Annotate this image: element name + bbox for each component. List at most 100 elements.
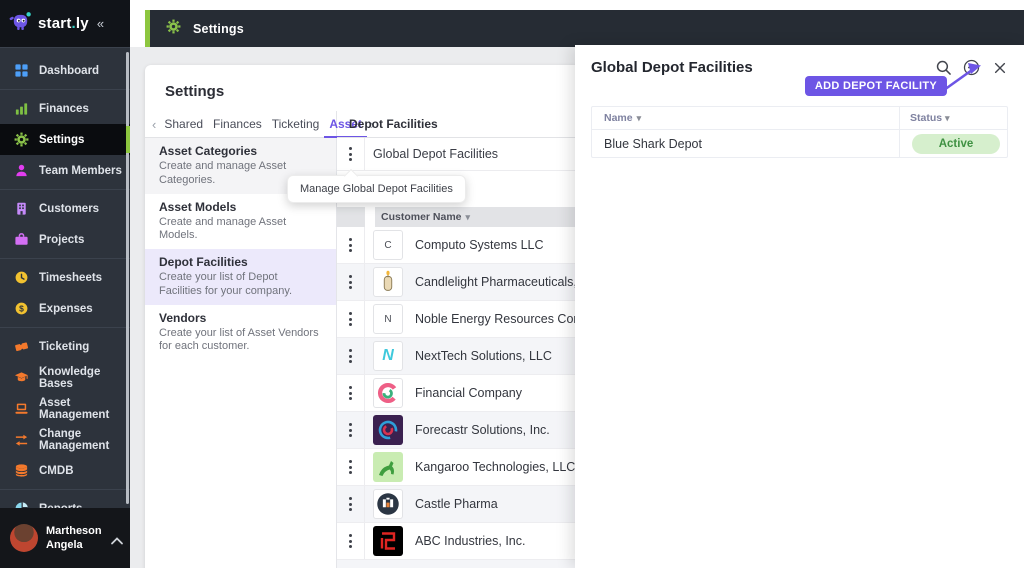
table-row-blue-shark-depot[interactable]: Blue Shark Depot Active — [592, 130, 1007, 157]
graduation-cap-icon — [13, 370, 29, 386]
kebab-menu-button[interactable] — [337, 449, 365, 485]
customer-logo: N — [373, 341, 403, 371]
kebab-menu-button[interactable] — [337, 523, 365, 559]
customer-logo: C — [373, 230, 403, 260]
kebab-menu-button[interactable] — [337, 412, 365, 448]
kebab-icon — [349, 423, 352, 437]
robot-logo-icon — [8, 11, 33, 37]
global-depot-facilities-panel: Global Depot Facilities ADD DEPOT FACILI… — [575, 45, 1024, 568]
customer-logo — [373, 452, 403, 482]
person-icon — [13, 163, 29, 179]
sidebar-item-asset-management[interactable]: Asset Management — [0, 393, 130, 424]
dashboard-icon — [13, 63, 29, 79]
tab-ticketing[interactable]: Ticketing — [267, 111, 325, 138]
sidebar-divider — [0, 189, 130, 190]
sidebar-collapse-icon[interactable]: « — [97, 16, 104, 31]
sidebar-item-label: Settings — [39, 133, 85, 146]
ticket-icon — [13, 339, 29, 355]
sidebar-nav: Dashboard Finances Settings Team Members — [0, 48, 130, 524]
customer-name: Castle Pharma — [415, 497, 498, 511]
panel-title: Global Depot Facilities — [591, 59, 753, 76]
kebab-menu-button[interactable] — [337, 301, 365, 337]
sidebar-item-label: CMDB — [39, 464, 74, 477]
kebab-menu-button[interactable] — [337, 264, 365, 300]
kebab-icon — [349, 386, 352, 400]
sidebar-item-team-members[interactable]: Team Members — [0, 155, 130, 186]
settings-nav-vendors[interactable]: Vendors Create your list of Asset Vendor… — [145, 305, 336, 361]
customer-name: Computo Systems LLC — [415, 238, 544, 252]
kebab-menu-button[interactable] — [337, 375, 365, 411]
global-row-label: Global Depot Facilities — [373, 147, 499, 161]
sidebar-divider — [0, 89, 130, 90]
header-gap — [365, 207, 375, 227]
column-header-label: Customer Name — [381, 211, 462, 223]
sidebar-item-label: Finances — [39, 102, 89, 115]
settings-nav-desc: Create your list of Asset Vendors for ea… — [159, 326, 319, 353]
sidebar-divider — [0, 489, 130, 490]
tab-finances[interactable]: Finances — [208, 111, 267, 138]
logo-text: start.ly — [38, 15, 89, 32]
sidebar-item-projects[interactable]: Projects — [0, 224, 130, 255]
sidebar-item-dashboard[interactable]: Dashboard — [0, 55, 130, 86]
sidebar-item-label: Knowledge Bases — [39, 365, 101, 390]
kebab-icon — [349, 147, 352, 161]
sidebar-item-expenses[interactable]: $ Expenses — [0, 293, 130, 324]
add-depot-facility-callout: ADD DEPOT FACILITY — [804, 76, 947, 96]
status-column-header[interactable]: Status ▾ — [899, 107, 1007, 129]
customer-logo — [373, 267, 403, 297]
sidebar-item-timesheets[interactable]: Timesheets — [0, 262, 130, 293]
kebab-menu-button[interactable] — [337, 227, 365, 263]
customer-logo — [373, 415, 403, 445]
kebab-icon — [349, 497, 352, 511]
depot-table-header: Name ▾ Status ▾ — [592, 107, 1007, 130]
svg-text:$: $ — [19, 304, 24, 314]
kebab-icon — [349, 238, 352, 252]
dollar-icon: $ — [13, 301, 29, 317]
kebab-menu-button[interactable] — [337, 138, 365, 170]
customer-name: Candlelight Pharmaceuticals, Inc. — [415, 275, 601, 289]
sidebar-item-label: Asset Management — [39, 396, 110, 421]
kebab-menu-button[interactable] — [337, 338, 365, 374]
sidebar-item-cmdb[interactable]: CMDB — [0, 455, 130, 486]
kebab-icon — [349, 460, 352, 474]
page-title: Settings — [193, 21, 244, 36]
sidebar-item-customers[interactable]: Customers — [0, 193, 130, 224]
settings-nav-desc: Create your list of Depot Facilities for… — [159, 271, 293, 297]
tabs-prev-icon[interactable]: ‹ — [149, 117, 159, 132]
name-column-header[interactable]: Name ▾ — [592, 107, 899, 129]
customer-logo: N — [373, 304, 403, 334]
gear-icon — [166, 19, 181, 39]
header-kebab-cell — [337, 207, 365, 227]
sidebar: start.ly « Dashboard Finances Settings T… — [0, 0, 130, 568]
sidebar-scrollbar[interactable] — [126, 52, 129, 504]
database-icon — [13, 463, 29, 479]
customer-logo — [373, 489, 403, 519]
sidebar-item-finances[interactable]: Finances — [0, 93, 130, 124]
depot-status-cell: Active — [899, 130, 1007, 157]
sidebar-item-ticketing[interactable]: Ticketing — [0, 331, 130, 362]
sidebar-item-knowledge-bases[interactable]: Knowledge Bases — [0, 362, 130, 393]
sidebar-item-settings[interactable]: Settings — [0, 124, 130, 155]
app-logo[interactable]: start.ly « — [0, 0, 130, 48]
customer-name: ABC Industries, Inc. — [415, 534, 526, 548]
kebab-icon — [349, 275, 352, 289]
settings-nav-title: Asset Categories — [159, 144, 258, 158]
settings-nav-depot-facilities[interactable]: Depot Facilities Create your list of Dep… — [145, 249, 336, 305]
kebab-icon — [349, 312, 352, 326]
manage-global-depot-facilities-tooltip: Manage Global Depot Facilities — [287, 175, 466, 203]
sidebar-item-change-management[interactable]: Change Management — [0, 424, 130, 455]
kebab-icon — [349, 349, 352, 363]
laptop-icon — [13, 401, 29, 417]
building-icon — [13, 201, 29, 217]
tab-shared[interactable]: Shared — [159, 111, 208, 138]
kebab-menu-button[interactable] — [337, 486, 365, 522]
gear-icon — [13, 132, 29, 148]
sidebar-item-label: Dashboard — [39, 64, 100, 77]
callout-arrow-icon — [943, 63, 981, 92]
close-icon[interactable] — [991, 59, 1008, 76]
user-menu[interactable]: Martheson Angela — [0, 508, 130, 568]
depot-facilities-table: Name ▾ Status ▾ Blue Shark Depot Active — [591, 106, 1008, 158]
kebab-icon — [349, 534, 352, 548]
sidebar-item-label: Team Members — [39, 164, 122, 177]
settings-tabbar: ‹ Shared Finances Ticketing Asset › — [145, 111, 374, 138]
